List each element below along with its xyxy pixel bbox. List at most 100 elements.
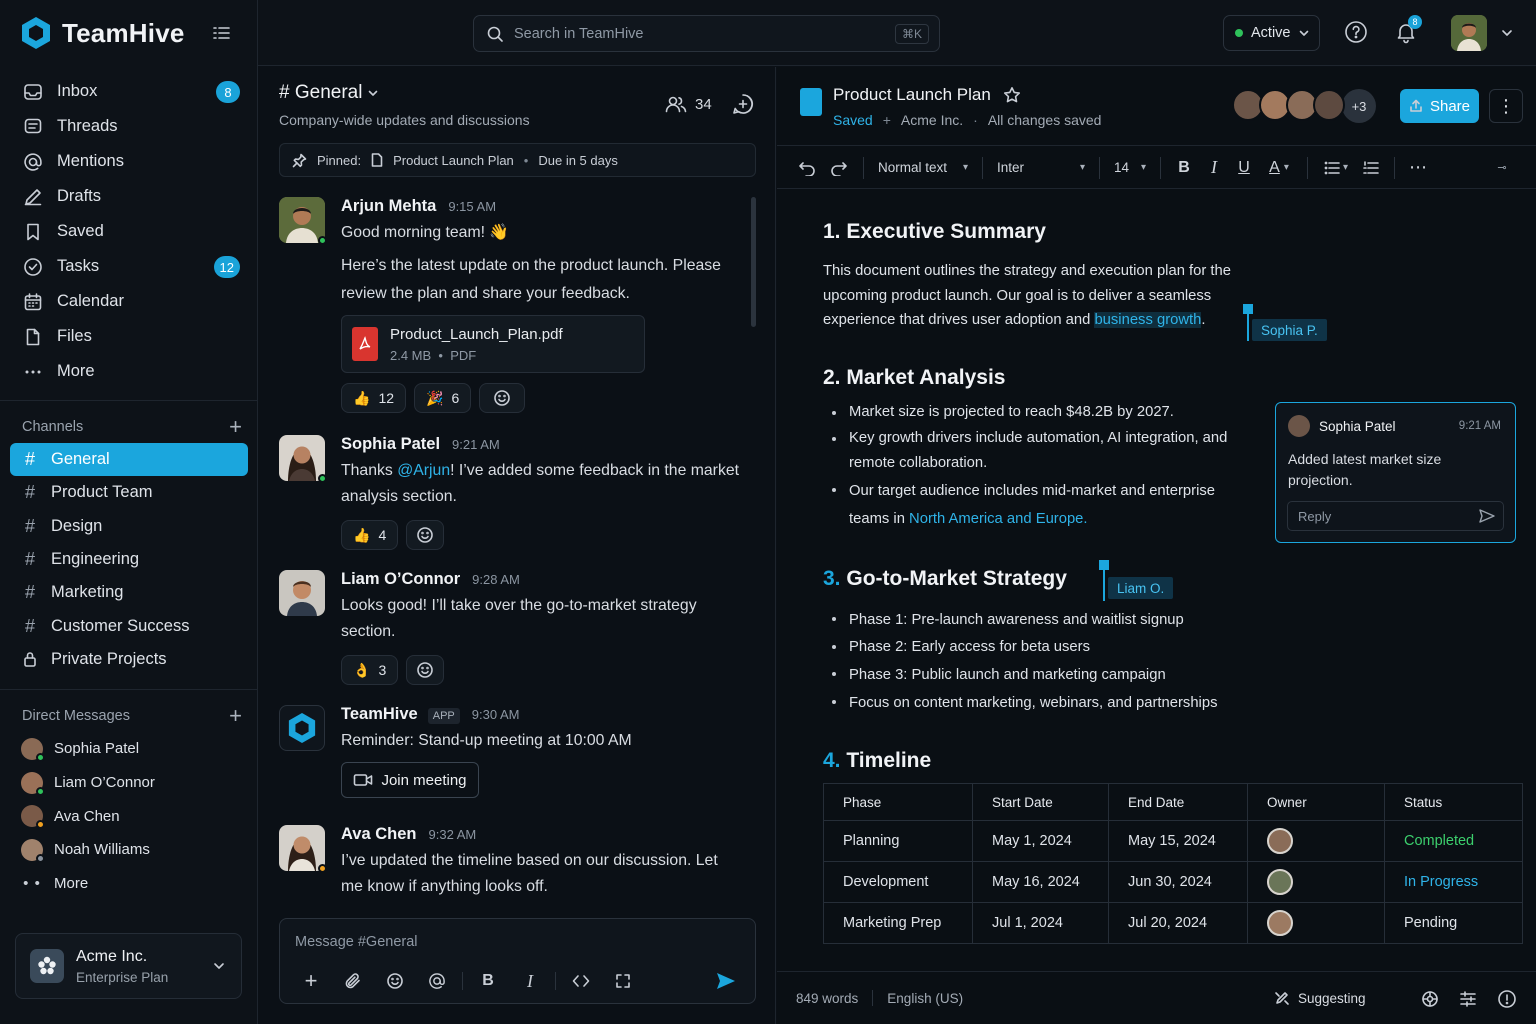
- channel-title[interactable]: # General: [279, 82, 378, 104]
- inline-link[interactable]: North America and Europe.: [909, 511, 1087, 527]
- expand-icon[interactable]: [602, 968, 644, 994]
- channel-marketing[interactable]: # Marketing: [10, 576, 248, 609]
- add-channel-icon[interactable]: +: [229, 416, 242, 438]
- smart-assist-icon[interactable]: [1421, 990, 1439, 1008]
- channel-customer-success[interactable]: # Customer Success: [10, 609, 248, 642]
- channel-general[interactable]: # General: [10, 443, 248, 477]
- join-meeting-button[interactable]: Join meeting: [341, 762, 479, 798]
- message-author[interactable]: Arjun Mehta: [341, 197, 436, 216]
- language-selector[interactable]: English (US): [887, 991, 963, 1006]
- reaction-chip[interactable]: 👍 4: [341, 520, 399, 550]
- bulleted-list-icon[interactable]: ▾: [1316, 153, 1356, 183]
- channel-product-team[interactable]: # Product Team: [10, 476, 248, 509]
- add-dm-icon[interactable]: +: [229, 705, 242, 727]
- global-search[interactable]: Search in TeamHive ⌘K: [473, 15, 940, 52]
- channel-design[interactable]: # Design: [10, 510, 248, 543]
- pinned-banner[interactable]: Pinned: Product Launch Plan • Due in 5 d…: [279, 143, 756, 177]
- reply-input[interactable]: Reply: [1287, 501, 1504, 531]
- add-reaction-button[interactable]: [406, 655, 445, 685]
- search-input[interactable]: Search in TeamHive: [514, 26, 644, 42]
- bold-icon[interactable]: B: [467, 968, 509, 994]
- nav-mentions[interactable]: Mentions: [10, 144, 248, 179]
- document-title[interactable]: Product Launch Plan: [833, 85, 1021, 105]
- dm-more[interactable]: • • More: [10, 867, 248, 901]
- plus-icon[interactable]: +: [290, 968, 332, 994]
- message-composer[interactable]: Message #General + B I: [279, 918, 756, 1004]
- editing-mode-button[interactable]: Suggesting: [1274, 990, 1366, 1006]
- send-icon[interactable]: [715, 971, 737, 991]
- text-color-icon[interactable]: A ▾: [1259, 153, 1299, 183]
- italic-icon[interactable]: I: [1199, 153, 1229, 183]
- comment-header: Sophia Patel: [1288, 415, 1396, 437]
- app-logo[interactable]: TeamHive: [20, 16, 185, 50]
- dm-sophia-patel[interactable]: Sophia Patel: [10, 732, 248, 766]
- message-author[interactable]: Sophia Patel: [341, 435, 440, 454]
- emoji-icon[interactable]: [374, 968, 416, 994]
- message-author[interactable]: Liam O’Connor: [341, 570, 460, 589]
- message-author[interactable]: TeamHive: [341, 705, 418, 724]
- nav-drafts[interactable]: Drafts: [10, 179, 248, 214]
- paperclip-icon[interactable]: [332, 968, 374, 994]
- reaction-chip[interactable]: 👌 3: [341, 655, 399, 685]
- threads-icon[interactable]: [732, 93, 754, 115]
- scrollbar[interactable]: [751, 197, 756, 327]
- link-icon[interactable]: ⊸: [1487, 153, 1517, 183]
- bold-icon[interactable]: B: [1169, 153, 1199, 183]
- channel-private-projects[interactable]: Private Projects: [10, 643, 248, 676]
- user-mention[interactable]: @Arjun: [397, 462, 450, 479]
- table-row[interactable]: Development May 16, 2024 Jun 30, 2024 In…: [823, 861, 1523, 903]
- highlighted-text[interactable]: business growth: [1094, 312, 1202, 328]
- font-size-dropdown[interactable]: 14 ▾: [1108, 153, 1152, 183]
- dm-liam-oconnor[interactable]: Liam O’Connor: [10, 766, 248, 800]
- nav-more[interactable]: More: [10, 354, 248, 389]
- collaborator-avatars[interactable]: +3: [1232, 89, 1376, 123]
- member-count-button[interactable]: 34: [665, 95, 712, 113]
- nav-tasks[interactable]: Tasks 12: [10, 249, 248, 284]
- more-tools-icon[interactable]: ⋯: [1403, 153, 1433, 183]
- send-icon[interactable]: [1479, 509, 1495, 523]
- workspace-switcher[interactable]: Acme Inc. Enterprise Plan: [15, 933, 242, 999]
- underline-icon[interactable]: U: [1229, 153, 1259, 183]
- word-count: 849 words: [796, 990, 859, 1006]
- table-row[interactable]: Marketing Prep Jul 1, 2024 Jul 20, 2024 …: [823, 902, 1523, 944]
- chevron-down-icon[interactable]: [1501, 29, 1513, 37]
- dm-noah-williams[interactable]: Noah Williams: [10, 833, 248, 867]
- mention-icon[interactable]: [416, 968, 458, 994]
- numbered-list-icon[interactable]: [1356, 153, 1386, 183]
- nav-saved[interactable]: Saved: [10, 214, 248, 249]
- code-icon[interactable]: [560, 968, 602, 994]
- reactions: 👍 12 🎉 6: [341, 383, 741, 413]
- redo-icon[interactable]: [823, 153, 855, 183]
- user-avatar[interactable]: [1451, 15, 1487, 51]
- reaction-chip[interactable]: 🎉 6: [414, 383, 472, 413]
- italic-icon[interactable]: I: [509, 968, 551, 994]
- collapse-sidebar-icon[interactable]: [212, 24, 232, 42]
- comment-card[interactable]: Sophia Patel 9:21 AM Added latest market…: [1275, 402, 1516, 543]
- more-options-icon[interactable]: ⋮: [1489, 89, 1523, 123]
- nav-inbox[interactable]: Inbox 8: [10, 74, 248, 109]
- dm-ava-chen[interactable]: Ava Chen: [10, 799, 248, 833]
- info-icon[interactable]: [1497, 989, 1517, 1009]
- add-reaction-button[interactable]: [479, 383, 526, 413]
- sliders-icon[interactable]: [1459, 990, 1477, 1008]
- star-icon[interactable]: [1003, 86, 1021, 104]
- reaction-chip[interactable]: 👍 12: [341, 383, 407, 413]
- nav-threads[interactable]: Threads: [10, 109, 248, 144]
- table-row[interactable]: Planning May 1, 2024 May 15, 2024 Comple…: [823, 820, 1523, 862]
- presence-status-dropdown[interactable]: Active: [1223, 15, 1320, 51]
- font-family-dropdown[interactable]: Inter ▾: [991, 153, 1091, 183]
- undo-icon[interactable]: [791, 153, 823, 183]
- help-icon[interactable]: [1344, 20, 1368, 44]
- file-attachment[interactable]: Product_Launch_Plan.pdf 2.4 MB • PDF: [341, 315, 645, 373]
- nav-calendar[interactable]: Calendar: [10, 284, 248, 319]
- message-time: 9:28 AM: [472, 572, 520, 587]
- message-author[interactable]: Ava Chen: [341, 825, 417, 844]
- phase-cell: Marketing Prep: [823, 902, 973, 944]
- channel-engineering[interactable]: # Engineering: [10, 543, 248, 576]
- message-input[interactable]: Message #General: [295, 934, 418, 950]
- share-button[interactable]: Share: [1400, 89, 1479, 123]
- list-item: Phase 3: Public launch and marketing cam…: [823, 661, 1283, 689]
- text-style-dropdown[interactable]: Normal text ▾: [872, 153, 974, 183]
- nav-files[interactable]: Files: [10, 319, 248, 354]
- add-reaction-button[interactable]: [406, 520, 445, 550]
